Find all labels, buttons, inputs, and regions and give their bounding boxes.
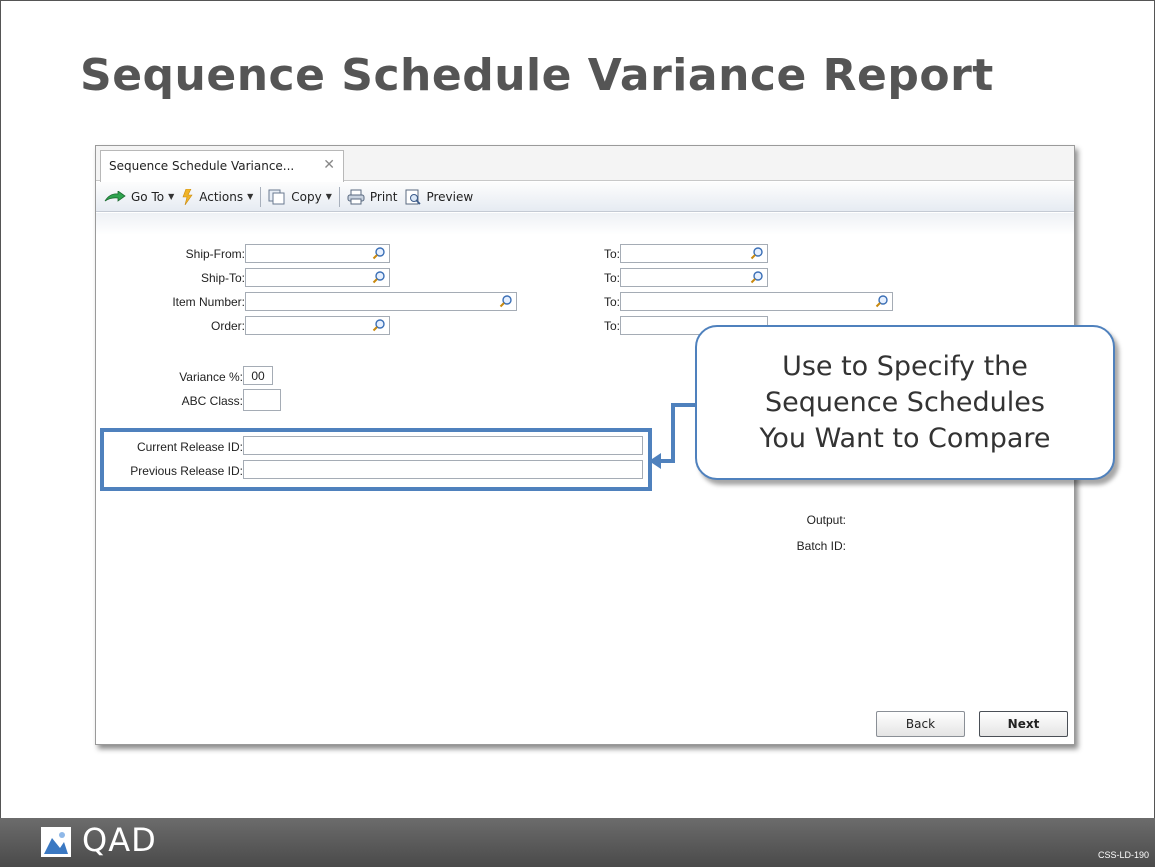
preview-icon <box>405 189 422 205</box>
next-button[interactable]: Next <box>979 711 1068 737</box>
printer-icon <box>347 189 365 204</box>
ship-to-field[interactable] <box>245 268 390 287</box>
actions-button[interactable]: Actions ▼ <box>178 185 257 209</box>
tab-strip: Sequence Schedule Variance... ✕ <box>96 146 1074 182</box>
tab-sequence-schedule-variance[interactable]: Sequence Schedule Variance... ✕ <box>100 150 344 182</box>
chevron-down-icon: ▼ <box>168 192 175 201</box>
lookup-icon[interactable] <box>372 318 386 332</box>
lookup-icon[interactable] <box>875 294 889 308</box>
toolbar-separator <box>260 186 262 207</box>
callout: Use to Specify the Sequence Schedules Yo… <box>695 325 1115 480</box>
ship-to-to-label: To: <box>603 271 620 285</box>
copy-icon <box>268 189 285 204</box>
print-label: Print <box>369 189 398 204</box>
ship-from-label: Ship-From: <box>185 247 245 261</box>
lookup-icon[interactable] <box>750 270 764 284</box>
ship-to-label: Ship-To: <box>200 271 245 285</box>
release-id-highlight <box>100 428 652 491</box>
toolbar: Go To ▼ Actions ▼ Copy ▼ Print Preview <box>96 182 1074 212</box>
lookup-icon[interactable] <box>750 246 764 260</box>
ship-from-to-field[interactable] <box>620 244 768 263</box>
order-to-label: To: <box>603 319 620 333</box>
qad-logo-text: QAD <box>82 821 157 859</box>
goto-label: Go To <box>131 189 165 204</box>
print-button[interactable]: Print <box>343 185 402 209</box>
toolbar-separator <box>338 186 340 207</box>
ship-from-field[interactable] <box>245 244 390 263</box>
goto-arrow-icon <box>104 190 126 202</box>
callout-text: Use to Specify the Sequence Schedules Yo… <box>759 350 1051 454</box>
abc-class-label: ABC Class: <box>181 394 243 408</box>
lookup-icon[interactable] <box>372 246 386 260</box>
tab-label: Sequence Schedule Variance... <box>109 159 295 173</box>
item-number-to-field[interactable] <box>620 292 893 311</box>
actions-label: Actions <box>199 189 244 204</box>
ship-to-to-field[interactable] <box>620 268 768 287</box>
chevron-down-icon: ▼ <box>247 192 254 201</box>
item-number-field[interactable] <box>245 292 517 311</box>
variance-field[interactable] <box>243 366 273 385</box>
item-number-label: Item Number: <box>172 295 245 309</box>
slide-title: Sequence Schedule Variance Report <box>80 50 994 101</box>
order-field[interactable] <box>245 316 390 335</box>
lookup-icon[interactable] <box>499 294 513 308</box>
goto-button[interactable]: Go To ▼ <box>100 185 178 209</box>
footer-bar <box>0 818 1155 867</box>
toolbar-band <box>96 213 1074 235</box>
abc-class-field[interactable] <box>243 389 281 411</box>
back-button[interactable]: Back <box>876 711 965 737</box>
lookup-icon[interactable] <box>372 270 386 284</box>
close-icon[interactable]: ✕ <box>323 157 335 173</box>
preview-button[interactable]: Preview <box>401 185 477 209</box>
preview-label: Preview <box>426 189 474 204</box>
copy-label: Copy <box>291 189 322 204</box>
qad-logo-icon <box>41 827 71 857</box>
item-number-to-label: To: <box>603 295 620 309</box>
lightning-icon <box>182 188 193 205</box>
chevron-down-icon: ▼ <box>325 192 332 201</box>
output-label: Output: <box>806 513 846 527</box>
batch-id-label: Batch ID: <box>796 539 846 553</box>
copy-button[interactable]: Copy ▼ <box>264 185 336 209</box>
ship-from-to-label: To: <box>603 247 620 261</box>
variance-label: Variance %: <box>179 370 243 384</box>
slide-code: CSS-LD-190 <box>1097 850 1149 860</box>
order-label: Order: <box>210 319 245 333</box>
